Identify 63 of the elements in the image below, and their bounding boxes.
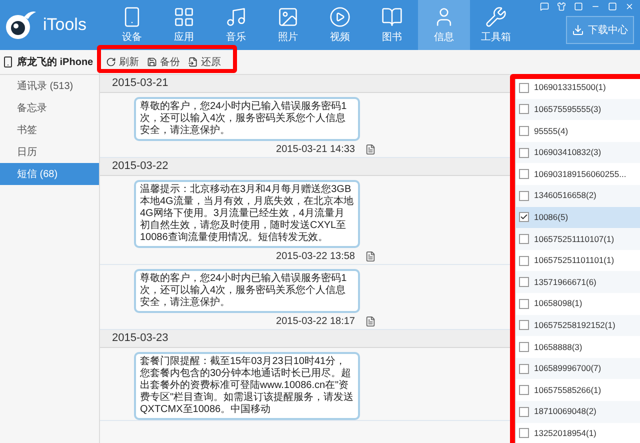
sidebar-item[interactable]: 日历: [0, 141, 99, 163]
checkbox[interactable]: [519, 82, 529, 93]
document-icon[interactable]: [365, 316, 376, 326]
conversation-item[interactable]: 10086(5): [516, 206, 640, 228]
message-time: 2015-03-22 13:58: [276, 250, 355, 264]
toolbar-button[interactable]: 还原: [188, 54, 221, 70]
checkbox[interactable]: [519, 385, 529, 396]
picture-icon: [277, 6, 299, 28]
toolbar-button[interactable]: 刷新: [106, 54, 139, 70]
message-bubble: 温馨提示：北京移动在3月和4月每月赠送您3GB本地4G流量，当月有效，月底失效，在北京本地4G网络下使用。3月流量已经生效，4月流量月初自然生效，请您及时使用，随时发送CXYL至10086查询流量使用情况。短信转发无效。: [134, 180, 360, 248]
music-note-icon: [225, 6, 247, 28]
checkbox[interactable]: [519, 298, 529, 309]
restore-icon: [188, 57, 198, 67]
play-icon: [329, 6, 351, 28]
sidebar-item[interactable]: 通讯录 (513): [0, 75, 99, 97]
conversation-item[interactable]: 106575595555(3): [516, 98, 640, 120]
checkbox[interactable]: [519, 406, 529, 417]
refresh-icon: [106, 57, 116, 67]
message-time: 2015-03-21 14:33: [276, 142, 355, 156]
checkbox[interactable]: [519, 212, 529, 222]
checkbox[interactable]: [519, 148, 529, 158]
sidebar-item[interactable]: 书签: [0, 119, 99, 141]
conversation-item[interactable]: 106903410832(3): [516, 142, 640, 164]
checkbox[interactable]: [519, 256, 529, 266]
conversation-item[interactable]: 13460516658(2): [516, 184, 640, 207]
checkbox[interactable]: [519, 277, 529, 288]
conversation-item[interactable]: 106575258192152(1): [516, 314, 640, 336]
conversation-item[interactable]: 18710069048(2): [516, 400, 640, 422]
checkbox[interactable]: [519, 126, 529, 136]
feedback-icon[interactable]: [540, 2, 549, 11]
download-icon: [572, 24, 584, 36]
conversation-item[interactable]: 13571966671(6): [516, 271, 640, 293]
grid-icon: [173, 6, 195, 28]
checkbox[interactable]: [519, 320, 529, 330]
sidebar-item[interactable]: 备忘录: [0, 97, 99, 119]
shirt-icon[interactable]: [557, 2, 566, 11]
message-bubble: 尊敬的客户，您24小时内已输入错误服务密码1次，还可以输入4次，服务密码关系您个人信息安全，请注意保护。: [134, 97, 360, 141]
close-icon[interactable]: [625, 2, 634, 11]
checkbox[interactable]: [519, 364, 529, 374]
checkbox[interactable]: [519, 104, 529, 114]
wrench-icon: [485, 6, 507, 28]
message-bubble: 套餐门限提醒：截至15年03月23日10时41分，您套餐内包含的30分钟本地通话时长已用尽。超出套餐外的资费标准可登陆www.10086.cn在"资费专区"栏目查询。如需退订该提醒服务，请发送QXTCMX至10086。中国移动: [134, 352, 360, 420]
device-name: 席龙飞的 iPhone: [17, 55, 94, 70]
conversation-item[interactable]: 106589996700(7): [516, 358, 640, 380]
message-time: 2015-03-22 18:17: [276, 314, 355, 328]
checkbox[interactable]: [519, 169, 529, 180]
floppy-icon: [147, 57, 157, 67]
document-icon[interactable]: [365, 250, 376, 262]
conversation-item[interactable]: 106575251110107(1): [516, 228, 640, 250]
app-name: iTools: [43, 14, 86, 36]
checkbox[interactable]: [519, 234, 529, 244]
checkbox[interactable]: [519, 428, 529, 438]
checkbox[interactable]: [519, 342, 529, 352]
toolbar-button[interactable]: 备份: [147, 54, 180, 70]
book-icon: [381, 6, 403, 28]
checkbox[interactable]: [519, 190, 529, 201]
eye-logo-icon: [4, 10, 38, 40]
tablet-icon: [2, 56, 14, 68]
check-icon: [520, 213, 528, 222]
document-icon[interactable]: [365, 144, 376, 154]
window-icon[interactable]: [574, 2, 583, 11]
maximize-icon[interactable]: [608, 2, 617, 11]
message-bubble: 尊敬的客户，您24小时内已输入错误服务密码1次，还可以输入4次，服务密码关系您个人信息安全，请注意保护。: [134, 269, 360, 313]
